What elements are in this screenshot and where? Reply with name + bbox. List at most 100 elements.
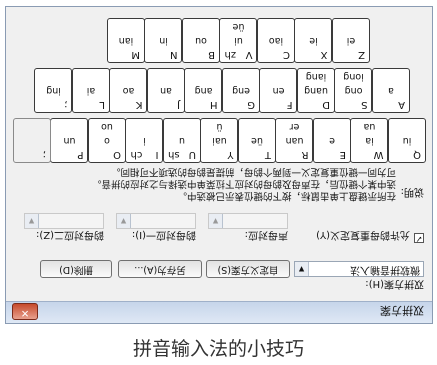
key-final: u [178,135,186,146]
note-label: 说明: [400,186,424,197]
scheme-select-value: 微软拼音输入法 [350,264,420,275]
key-final: iong [343,71,364,82]
final2-label: 韵母对应二(Z): [35,229,104,240]
final1-select[interactable]: ▼ [116,213,196,229]
key-x[interactable]: Xie [294,18,333,63]
key-letter: Q [413,149,421,160]
key-final: o [104,135,110,146]
key-letter: X [320,49,328,60]
key-k[interactable]: Kao [109,68,148,113]
key-g[interactable]: Geng [222,68,260,113]
key-t[interactable]: Tüe [238,118,276,163]
key-letter: E [339,149,346,160]
key-letter: O [113,149,121,160]
key-letter: V [245,49,253,60]
key-final: eng [232,85,250,96]
key-i[interactable]: Ich i [125,118,164,163]
chevron-down-icon: ▼ [25,214,39,228]
key-final: ao [122,85,135,96]
scheme-label: 双拼方案(H): [365,278,424,289]
caption: 拼音输入法的小技巧 [132,338,304,360]
key-semicolon[interactable]: ; ing [34,68,73,113]
key-c[interactable]: Ciao [257,18,295,63]
key-final: ai [86,85,96,96]
key-final: un [63,135,76,146]
key-s[interactable]: Song iong [334,68,373,113]
key-final: en [272,85,285,96]
key-final: ou [195,35,207,46]
key-final: uo [101,121,113,132]
key-final: iao [268,35,284,46]
key-final: ia [365,135,374,146]
key-letter: B [208,49,215,60]
key-b[interactable]: Bou [182,18,220,63]
key-y[interactable]: Yuai ü [200,118,239,163]
key-m[interactable]: Mian [107,18,145,63]
key-initial: ch [130,149,143,160]
key-o[interactable]: Oo uo [88,118,126,163]
key-final: e [329,135,335,146]
key-letter: S [361,99,368,110]
key-letter: ; [42,149,46,160]
key-letter: D [322,99,330,110]
key-j[interactable]: Jan [147,68,185,113]
key-final: ie [309,35,318,46]
key-e[interactable]: Ee [313,118,351,163]
key-final: ui [234,35,243,46]
title-bar: 双拼方案 ✕ [6,301,432,323]
save-as-button[interactable]: 另存为(A)... [118,260,202,278]
key-n[interactable]: Nin [144,18,183,63]
key-final: i [143,135,146,146]
key-letter: Z [358,49,365,60]
key-letter: H [209,99,218,110]
note-line: 在所示键盘上单击鼠标，按下的键位表示已被选中。 [177,190,396,201]
key-h[interactable]: Hang [184,68,223,113]
key-f[interactable]: Fen [259,68,298,113]
key-letter: K [135,99,143,110]
key-letter: C [283,49,290,60]
dialog-image-upside-down: 双拼方案 ✕ 双拼方案(H): 微软拼音输入法 ▼ 自定义方案(S) 另存为(A… [0,0,437,328]
key-initial: zh [224,49,237,60]
final1-label: 韵母对应一(I): [131,229,196,240]
key-letter: I [155,149,159,160]
note-line: 可为同一键位重复定义一到两个韵母，前提是韵母的选项不可相同。 [110,166,396,177]
key-d[interactable]: Duang iang [297,68,335,113]
scheme-select[interactable]: 微软拼音输入法 ▼ [294,261,424,277]
key-final: üe [251,135,263,146]
allow-redefine-label: 允许韵母重复定义(Y) [316,229,410,240]
chevron-down-icon: ▼ [209,214,223,228]
key-letter: L [99,99,105,110]
key-final: ian [118,35,134,46]
key-l[interactable]: Lai [72,68,110,113]
delete-button[interactable]: 删除(D) [40,260,112,278]
close-button[interactable]: ✕ [12,303,38,320]
allow-redefine-checkbox[interactable]: ✓ [414,233,424,243]
key-a[interactable]: Aa [372,68,410,113]
key-letter: P [77,149,84,160]
custom-scheme-button[interactable]: 自定义方案(S) [206,260,290,278]
key-letter: W [373,149,384,160]
shuangpin-dialog: 双拼方案 ✕ 双拼方案(H): 微软拼音输入法 ▼ 自定义方案(S) 另存为(A… [5,6,433,324]
key-letter: ; [64,99,68,110]
key-letter: A [398,99,405,110]
key-final: üe [232,21,245,32]
key-semicolon[interactable]: ; [13,118,51,163]
key-letter: G [247,99,255,110]
key-letter: R [301,149,309,160]
key-final: in [159,35,168,46]
key-w[interactable]: Wia ua [350,118,389,163]
key-q[interactable]: Qiu [388,118,426,163]
initial-select[interactable]: ▼ [208,213,288,229]
final2-select[interactable]: ▼ [24,213,104,229]
key-v[interactable]: Vzh ui üe [219,18,258,63]
key-final: uai [212,135,227,146]
key-z[interactable]: Zei [332,18,370,63]
key-r[interactable]: Ruan er [275,118,314,163]
key-letter: F [286,99,293,110]
key-letter: Y [227,149,234,160]
chevron-down-icon: ▼ [295,262,309,276]
note-line: 选中某个键位后，在声母及韵母的对应下拉菜单中选择与之对应的拼音。 [91,178,396,189]
key-u[interactable]: Ush u [163,118,201,163]
key-final: ü [216,121,223,132]
key-p[interactable]: Pun [50,118,89,163]
